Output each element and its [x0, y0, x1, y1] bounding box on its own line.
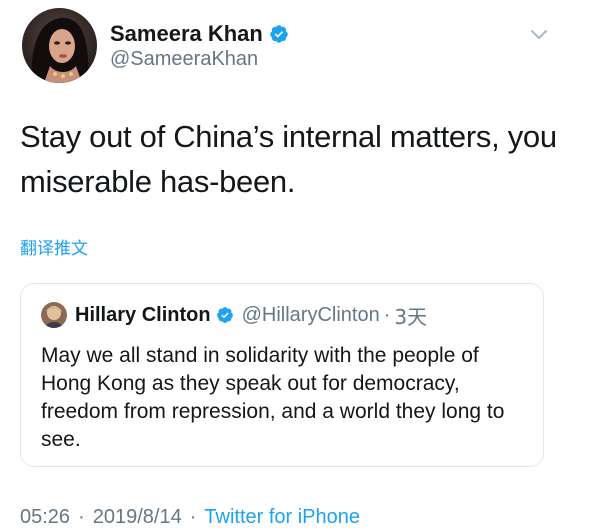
- quoted-author-avatar[interactable]: [41, 302, 67, 328]
- verified-badge-icon: [216, 306, 234, 324]
- chevron-down-icon: [531, 30, 547, 39]
- quoted-relative-time[interactable]: 3天: [394, 301, 427, 330]
- quoted-tweet[interactable]: Hillary Clinton @HillaryClinton · 3天 May…: [20, 283, 544, 467]
- tweet-menu-button[interactable]: [526, 22, 552, 48]
- quoted-separator: ·: [383, 303, 391, 326]
- tweet-text: Stay out of China’s internal matters, yo…: [20, 119, 557, 199]
- author-avatar[interactable]: [22, 8, 97, 83]
- tweet-time[interactable]: 05:26: [20, 506, 70, 529]
- meta-separator: ·: [78, 506, 85, 528]
- meta-separator: ·: [189, 506, 197, 528]
- translate-tweet-link[interactable]: 翻译推文: [20, 234, 88, 259]
- verified-badge-icon: [269, 24, 289, 44]
- tweet-meta: 05:26 · 2019/8/14 · Twitter for iPhone: [20, 506, 360, 529]
- tweet-date[interactable]: 2019/8/14: [93, 506, 182, 529]
- tweet-card: Sameera Khan @SameeraKhan Stay out of Ch…: [0, 0, 600, 532]
- quoted-handle[interactable]: @HillaryClinton: [242, 304, 380, 327]
- tweet-source-link[interactable]: Twitter for iPhone: [204, 506, 360, 529]
- author-name-row[interactable]: Sameera Khan: [110, 20, 289, 48]
- quoted-tweet-header: Hillary Clinton @HillaryClinton · 3天: [75, 300, 427, 330]
- avatar-photo-icon: [22, 8, 97, 83]
- quoted-display-name[interactable]: Hillary Clinton: [75, 304, 211, 327]
- quoted-avatar-photo-icon: [41, 302, 67, 328]
- author-handle[interactable]: @SameeraKhan: [110, 48, 258, 71]
- quoted-tweet-text: May we all stand in solidarity with the …: [41, 344, 505, 451]
- author-display-name[interactable]: Sameera Khan: [110, 21, 263, 47]
